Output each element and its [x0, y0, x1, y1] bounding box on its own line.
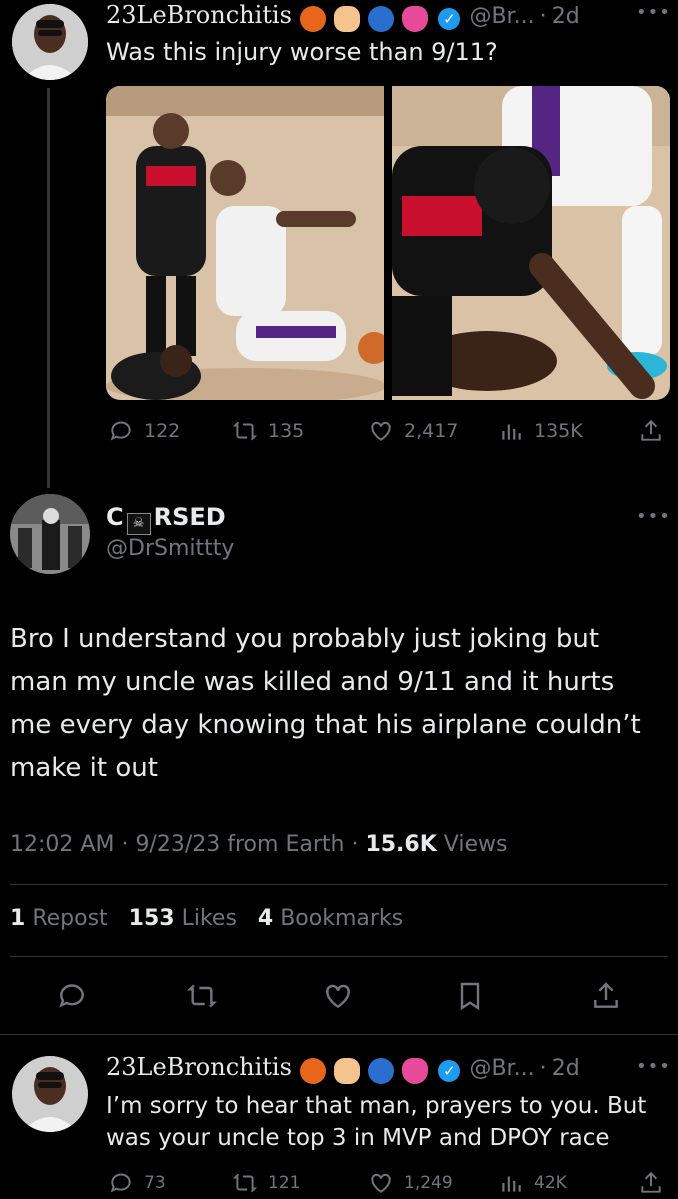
tweet2-share-button[interactable]	[638, 1170, 664, 1196]
tweet2-handle[interactable]: @Br...	[469, 1056, 534, 1081]
main-bookmarks-count: 4	[257, 906, 274, 931]
main-share-button[interactable]	[590, 980, 622, 1012]
tweet2-like-count: 1,249	[404, 1173, 453, 1193]
share-icon	[641, 419, 661, 441]
tweet2-repost-count: 121	[268, 1173, 301, 1193]
main-reposts-link[interactable]: 1 Repost	[10, 906, 108, 931]
avatar-image	[10, 494, 90, 574]
share-icon	[594, 982, 618, 1008]
tweet2-header: 23LeBronchitis ✓ @Br... · 2d	[106, 1052, 580, 1085]
like-icon	[326, 984, 350, 1009]
tweet1-text: Was this injury worse than 9/11?	[106, 38, 498, 66]
main-views-count: 15.6K	[365, 832, 437, 857]
main-handle[interactable]: @DrSmittty	[106, 536, 234, 561]
tweet1-handle[interactable]: @Br...	[469, 4, 534, 29]
basketball-emoji	[300, 1057, 326, 1084]
main-reply-button[interactable]	[56, 980, 88, 1012]
reply-icon	[110, 421, 131, 441]
repost-icon	[232, 1173, 258, 1193]
bookmark-icon	[460, 982, 480, 1011]
main-reposts-count: 1	[10, 906, 26, 931]
main-display-name[interactable]: C ☠ RSED	[106, 502, 226, 535]
main-bookmarks-label: Bookmarks	[280, 906, 404, 931]
tweet2-reply-button[interactable]: 73	[108, 1170, 166, 1196]
main-likes-count: 153	[128, 906, 175, 931]
tweet2-repost-button[interactable]: 121	[232, 1170, 300, 1196]
main-likes-link[interactable]: 153 Likes	[129, 906, 237, 931]
divider	[10, 884, 668, 885]
skull-flag-emoji: ☠	[126, 513, 151, 535]
separator: ·	[351, 832, 359, 857]
tweet2-views-count: 42K	[534, 1173, 567, 1193]
tweet2-text: I’m sorry to hear that man, prayers to y…	[106, 1093, 647, 1151]
main-meta: 12:02 AM · 9/23/23 from Earth · 15.6K Vi…	[10, 832, 507, 857]
globe-emoji	[368, 5, 395, 32]
tweet1-views-count: 135K	[534, 420, 583, 442]
avatar[interactable]	[12, 4, 88, 80]
main-source: from Earth	[227, 832, 345, 857]
tweet2-reply-count: 73	[144, 1173, 166, 1193]
more-icon[interactable]: •••	[636, 1056, 671, 1077]
main-bookmark-button[interactable]	[454, 980, 486, 1012]
separator: ·	[121, 832, 129, 857]
tweet1-repost-count: 135	[268, 420, 305, 442]
tweet1-image-left[interactable]	[106, 86, 384, 400]
thread-line	[47, 88, 50, 488]
tweet1-share-button[interactable]	[638, 418, 664, 444]
tweet1-image-right[interactable]	[392, 86, 670, 400]
globe-emoji	[368, 1057, 395, 1084]
separator: ·	[539, 1056, 547, 1081]
views-icon	[502, 424, 521, 440]
main-reposts-label: Repost	[32, 906, 108, 931]
main-date[interactable]: 9/23/23	[135, 832, 220, 857]
share-icon	[641, 1171, 661, 1193]
more-icon[interactable]: •••	[636, 2, 671, 23]
tweet1-like-button[interactable]: 2,417	[368, 418, 458, 444]
views-icon	[502, 1176, 521, 1192]
pointing-emoji	[334, 1057, 361, 1084]
main-engagement: 1 Repost 153 Likes 4 Bookmarks	[10, 906, 403, 931]
reply-icon	[110, 1173, 131, 1193]
tweet1-reply-button[interactable]: 122	[108, 418, 180, 444]
main-display-name-suffix: RSED	[153, 503, 226, 531]
tweet2-like-button[interactable]: 1,249	[368, 1170, 453, 1196]
tweet1-header: 23LeBronchitis ✓ @Br... · 2d	[106, 0, 580, 33]
tweet2-display-name[interactable]: 23LeBronchitis	[106, 1053, 292, 1081]
tweet1-repost-button[interactable]: 135	[232, 418, 304, 444]
tweet1-time[interactable]: 2d	[552, 4, 580, 29]
main-like-button[interactable]	[322, 980, 354, 1012]
tweet1-like-count: 2,417	[404, 420, 459, 442]
separator: ·	[539, 4, 547, 29]
main-display-name-prefix: C	[106, 503, 124, 531]
main-text: Bro I understand you probably just jokin…	[10, 624, 641, 783]
more-icon[interactable]: •••	[636, 506, 671, 527]
repost-icon	[187, 984, 217, 1008]
tweet2-time[interactable]: 2d	[552, 1056, 580, 1081]
tweet1-views-button[interactable]: 135K	[498, 418, 583, 444]
like-icon	[371, 1173, 391, 1193]
divider	[0, 1034, 678, 1035]
tweet1-reply-count: 122	[144, 420, 181, 442]
divider	[10, 956, 668, 957]
main-time[interactable]: 12:02 AM	[10, 832, 114, 857]
main-views-label: Views	[443, 832, 508, 857]
repost-icon	[232, 421, 258, 441]
main-bookmarks-link[interactable]: 4 Bookmarks	[258, 906, 403, 931]
avatar-image	[12, 4, 88, 80]
avatar[interactable]	[12, 1056, 88, 1132]
main-likes-label: Likes	[181, 906, 237, 931]
tweet1-display-name[interactable]: 23LeBronchitis	[106, 1, 292, 29]
like-icon	[371, 421, 391, 441]
avatar[interactable]	[10, 494, 90, 574]
main-repost-button[interactable]	[186, 980, 218, 1012]
avatar-image	[12, 1056, 88, 1132]
heart-emoji	[402, 1057, 429, 1084]
reply-icon	[59, 984, 84, 1008]
basketball-emoji	[300, 5, 326, 32]
heart-emoji	[402, 5, 429, 32]
verified-icon: ✓	[438, 1059, 461, 1082]
pointing-emoji	[334, 5, 361, 32]
tweet2-views-button[interactable]: 42K	[498, 1170, 567, 1196]
verified-icon: ✓	[438, 7, 461, 30]
